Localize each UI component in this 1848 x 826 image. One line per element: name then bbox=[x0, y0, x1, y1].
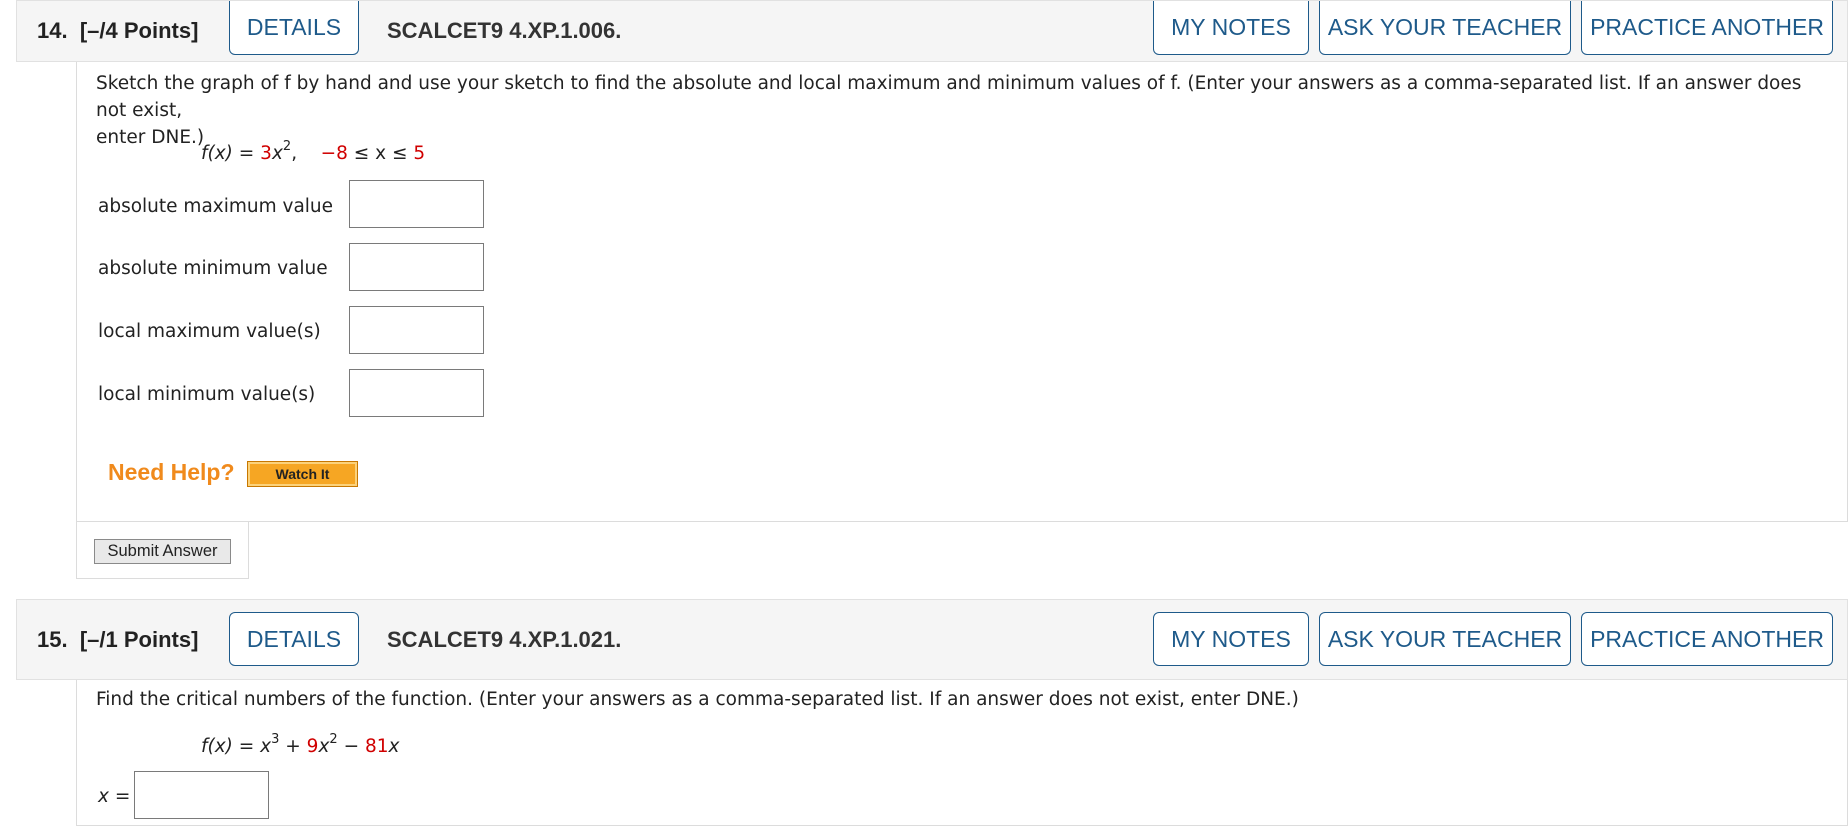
question-15-prompt: Find the critical numbers of the functio… bbox=[96, 689, 1299, 710]
absolute-max-input[interactable] bbox=[349, 180, 484, 228]
local-min-label: local minimum value(s) bbox=[98, 384, 316, 405]
my-notes-button[interactable]: MY NOTES bbox=[1153, 612, 1309, 666]
question-number: 15. bbox=[37, 626, 68, 652]
question-15-title: 15. [–/1 Points] bbox=[37, 600, 198, 679]
absolute-min-label: absolute minimum value bbox=[98, 258, 328, 279]
local-max-input[interactable] bbox=[349, 306, 484, 354]
absolute-min-input[interactable] bbox=[349, 243, 484, 291]
question-code: SCALCET9 4.XP.1.021. bbox=[387, 626, 622, 652]
question-14-prompt: Sketch the graph of f by hand and use yo… bbox=[96, 70, 1836, 151]
domain-inequality: ≤ x ≤ bbox=[347, 143, 414, 165]
formula-operator: + bbox=[279, 736, 307, 758]
local-min-input[interactable] bbox=[349, 369, 484, 417]
details-button[interactable]: DETAILS bbox=[229, 1, 359, 55]
formula-variable: x bbox=[260, 736, 272, 758]
x-answer-label: x = bbox=[98, 786, 131, 807]
formula-coefficient: 3 bbox=[260, 143, 272, 165]
formula-coefficient: 81 bbox=[364, 736, 389, 758]
formula-exponent: 2 bbox=[282, 139, 292, 154]
x-answer-input[interactable] bbox=[134, 771, 269, 819]
my-notes-button[interactable]: MY NOTES bbox=[1153, 1, 1309, 55]
question-code: SCALCET9 4.XP.1.006. bbox=[387, 18, 622, 43]
question-14-formula: f(x) = 3x2, −8 ≤ x ≤ 5 bbox=[201, 139, 426, 165]
submit-answer-button[interactable]: Submit Answer bbox=[94, 539, 231, 564]
formula-variable: x bbox=[388, 736, 400, 758]
practice-another-button[interactable]: PRACTICE ANOTHER bbox=[1581, 612, 1833, 666]
need-help-label: Need Help? bbox=[108, 459, 235, 485]
absolute-max-label: absolute maximum value bbox=[98, 196, 334, 217]
domain-lower: −8 bbox=[320, 143, 348, 165]
formula-exponent: 2 bbox=[329, 732, 338, 747]
details-button[interactable]: DETAILS bbox=[229, 612, 359, 666]
question-points: [–/4 Points] bbox=[79, 18, 199, 43]
question-14-header: 14. [–/4 Points] DETAILS SCALCET9 4.XP.1… bbox=[16, 0, 1848, 62]
ask-your-teacher-button[interactable]: ASK YOUR TEACHER bbox=[1319, 612, 1571, 666]
question-14-title: 14. [–/4 Points] bbox=[37, 1, 198, 61]
formula-exponent: 3 bbox=[271, 732, 280, 747]
formula-lhs: f(x) = bbox=[201, 736, 261, 758]
question-points: [–/1 Points] bbox=[79, 626, 199, 652]
formula-coefficient: 9 bbox=[306, 736, 319, 758]
formula-variable: x bbox=[318, 736, 330, 758]
question-15-formula: f(x) = x3 + 9x2 − 81x bbox=[201, 732, 400, 758]
prompt-line: Sketch the graph of f by hand and use yo… bbox=[96, 73, 1802, 121]
local-max-label: local maximum value(s) bbox=[98, 321, 321, 342]
question-number: 14. bbox=[37, 18, 68, 43]
formula-lhs: f(x) = bbox=[201, 143, 261, 165]
watch-it-button[interactable]: Watch It bbox=[247, 461, 358, 487]
formula-operator: − bbox=[337, 736, 365, 758]
formula-separator: , bbox=[291, 143, 298, 165]
formula-variable: x bbox=[271, 143, 283, 165]
ask-your-teacher-button[interactable]: ASK YOUR TEACHER bbox=[1319, 1, 1571, 55]
domain-upper: 5 bbox=[413, 143, 426, 165]
question-15-header: 15. [–/1 Points] DETAILS SCALCET9 4.XP.1… bbox=[16, 599, 1848, 680]
practice-another-button[interactable]: PRACTICE ANOTHER bbox=[1581, 1, 1833, 55]
